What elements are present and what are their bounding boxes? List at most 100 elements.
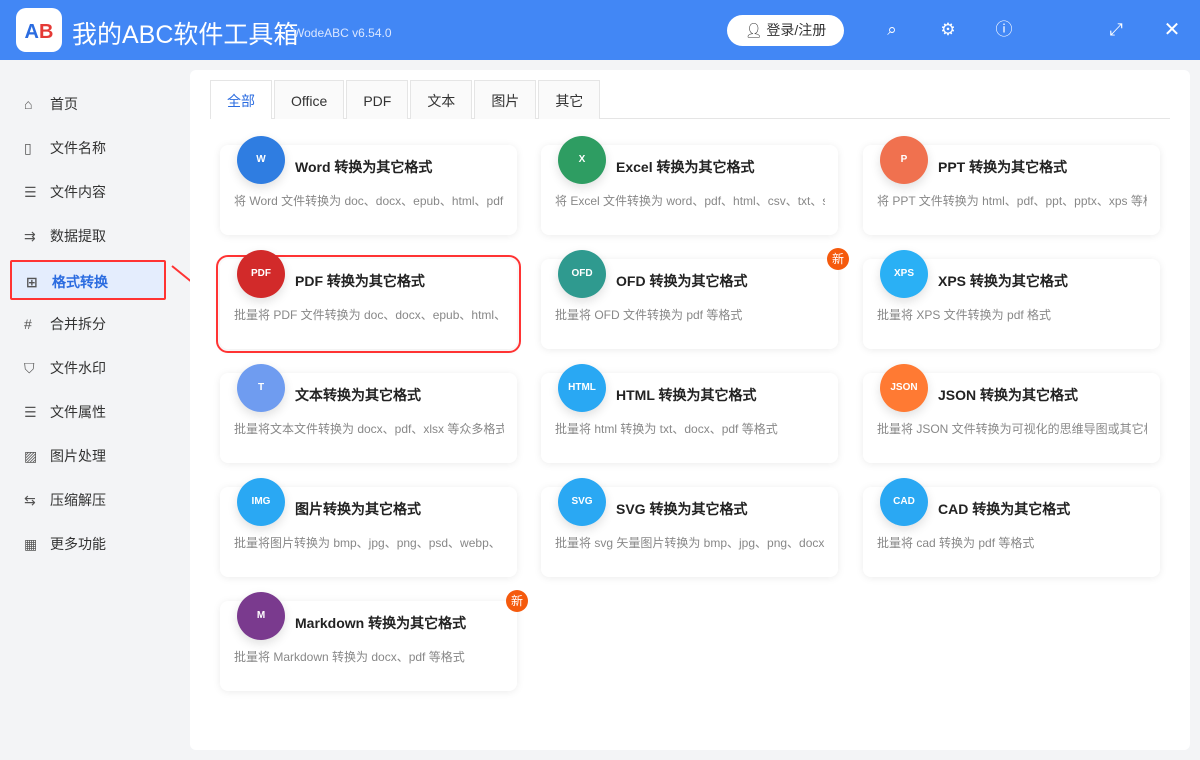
card-title: XPS 转换为其它格式 (938, 273, 1068, 289)
converter-card[interactable]: XPS XPS 转换为其它格式 批量将 XPS 文件转换为 pdf 格式 (863, 250, 1160, 349)
sidebar-icon: ⇆ (24, 492, 36, 508)
card-description: 批量将 XPS 文件转换为 pdf 格式 (877, 308, 1052, 322)
sidebar-item-label: 数据提取 (50, 228, 106, 244)
card-title: CAD 转换为其它格式 (938, 501, 1071, 517)
tab-4[interactable]: 图片 (474, 80, 537, 119)
login-button[interactable]: 👤︎ 登录/注册 (727, 15, 844, 46)
sidebar-item-label: 压缩解压 (50, 492, 106, 508)
sidebar-item-1[interactable]: ▯ 文件名称 (10, 128, 166, 168)
converter-card[interactable]: CAD CAD 转换为其它格式 批量将 cad 转换为 pdf 等格式 (863, 478, 1160, 577)
sidebar-icon: ⊞ (26, 274, 38, 290)
sidebar-item-6[interactable]: ⛉ 文件水印 (10, 348, 166, 388)
sidebar-item-label: 合并拆分 (50, 316, 106, 332)
sidebar-icon: ⛉ (24, 360, 35, 376)
file-type-icon: IMG (237, 478, 285, 526)
sidebar-item-7[interactable]: ☰ 文件属性 (10, 392, 166, 432)
converter-card[interactable]: M Markdown 转换为其它格式 批量将 Markdown 转换为 docx… (220, 590, 528, 691)
file-type-icon: W (237, 136, 285, 184)
search-icon[interactable]: ⌕ (880, 18, 904, 42)
tab-5[interactable]: 其它 (538, 80, 601, 119)
tab-2[interactable]: PDF (346, 80, 409, 119)
card-description: 将 Word 文件转换为 doc、docx、epub、html、pdf (234, 194, 504, 208)
card-title: OFD 转换为其它格式 (616, 273, 748, 289)
maximize-icon[interactable]: ⤢ (1104, 18, 1128, 42)
converter-card[interactable]: SVG SVG 转换为其它格式 批量将 svg 矢量图片转换为 bmp、jpg、… (541, 478, 838, 577)
file-type-icon: JSON (880, 364, 928, 412)
sidebar-item-label: 文件名称 (50, 140, 106, 156)
sidebar-icon: ⇉ (24, 228, 36, 244)
sidebar-item-4[interactable]: ⊞ 格式转换 (10, 260, 166, 300)
converter-card[interactable]: OFD OFD 转换为其它格式 批量将 OFD 文件转换为 pdf 等格式 新 (541, 248, 849, 349)
file-type-icon: CAD (880, 478, 928, 526)
new-badge: 新 (506, 590, 528, 612)
file-type-icon: HTML (558, 364, 606, 412)
sidebar-icon: # (24, 316, 32, 332)
file-type-icon: PDF (237, 250, 285, 298)
sidebar-item-label: 文件水印 (50, 360, 106, 376)
card-title: 文本转换为其它格式 (295, 387, 421, 403)
file-type-icon: XPS (880, 250, 928, 298)
sidebar-icon: ▨ (24, 448, 38, 464)
sidebar-item-9[interactable]: ⇆ 压缩解压 (10, 480, 166, 520)
card-title: Excel 转换为其它格式 (616, 159, 755, 175)
tab-0[interactable]: 全部 (210, 80, 272, 119)
card-title: 图片转换为其它格式 (295, 501, 421, 517)
card-description: 批量将图片转换为 bmp、jpg、png、psd、webp、 (234, 536, 501, 550)
app-logo: AB (16, 8, 62, 52)
close-icon[interactable]: ✕ (1160, 18, 1184, 42)
sidebar-item-3[interactable]: ⇉ 数据提取 (10, 216, 166, 256)
file-type-icon: P (880, 136, 928, 184)
sidebar-item-2[interactable]: ☰ 文件内容 (10, 172, 166, 212)
title-bar: AB 我的ABC软件工具箱 WodeABC v6.54.0 👤︎ 登录/注册 ⌕… (0, 0, 1200, 60)
card-description: 批量将 html 转换为 txt、docx、pdf 等格式 (555, 422, 778, 436)
tab-1[interactable]: Office (274, 80, 345, 119)
sidebar-icon: ▦ (24, 536, 38, 552)
file-type-icon: M (237, 592, 285, 640)
converter-card[interactable]: IMG 图片转换为其它格式 批量将图片转换为 bmp、jpg、png、psd、w… (220, 478, 517, 577)
converter-card[interactable]: X Excel 转换为其它格式 将 Excel 文件转换为 word、pdf、h… (541, 136, 838, 235)
card-title: Markdown 转换为其它格式 (295, 615, 467, 631)
sidebar: ⌂ 首页 ▯ 文件名称 ☰ 文件内容 ⇉ 数据提取 ⊞ 格式转换 # 合并拆分 ⛉ 文件水印 ☰ 文件属性 ▨ 图… (0, 60, 180, 760)
converter-card[interactable]: HTML HTML 转换为其它格式 批量将 html 转换为 txt、docx、… (541, 364, 838, 463)
card-description: 将 PPT 文件转换为 html、pdf、ppt、pptx、xps 等格式 (877, 194, 1147, 208)
gear-icon[interactable]: ⚙ (936, 18, 960, 42)
card-description: 批量将 Markdown 转换为 docx、pdf 等格式 (234, 650, 465, 664)
sidebar-item-8[interactable]: ▨ 图片处理 (10, 436, 166, 476)
sidebar-item-label: 文件内容 (50, 184, 106, 200)
sidebar-item-label: 首页 (50, 96, 78, 112)
card-title: PDF 转换为其它格式 (295, 273, 425, 289)
card-description: 批量将 svg 矢量图片转换为 bmp、jpg、png、docx (555, 536, 825, 550)
converter-card[interactable]: P PPT 转换为其它格式 将 PPT 文件转换为 html、pdf、ppt、p… (863, 136, 1160, 235)
new-badge: 新 (827, 248, 849, 270)
app-version: WodeABC v6.54.0 (293, 26, 392, 40)
card-description: 批量将 PDF 文件转换为 doc、docx、epub、html、 (234, 308, 504, 322)
app-title: 我的ABC软件工具箱 (72, 21, 299, 49)
sidebar-item-label: 文件属性 (50, 404, 106, 420)
card-description: 将 Excel 文件转换为 word、pdf、html、csv、txt、svg (555, 194, 825, 208)
converter-card[interactable]: W Word 转换为其它格式 将 Word 文件转换为 doc、docx、epu… (220, 136, 517, 235)
converter-card[interactable]: JSON JSON 转换为其它格式 批量将 JSON 文件转换为可视化的思维导图… (863, 364, 1160, 463)
card-description: 批量将 JSON 文件转换为可视化的思维导图或其它格式 (877, 422, 1147, 436)
sidebar-icon: ⌂ (24, 96, 33, 112)
tab-3[interactable]: 文本 (410, 80, 473, 119)
card-title: HTML 转换为其它格式 (616, 387, 757, 403)
sidebar-icon: ☰ (24, 404, 37, 420)
sidebar-item-label: 更多功能 (50, 536, 106, 552)
file-type-icon: OFD (558, 250, 606, 298)
file-type-icon: SVG (558, 478, 606, 526)
file-type-icon: X (558, 136, 606, 184)
sidebar-item-label: 格式转换 (52, 274, 108, 290)
card-title: SVG 转换为其它格式 (616, 501, 748, 517)
card-title: JSON 转换为其它格式 (938, 387, 1079, 403)
converter-card[interactable]: T 文本转换为其它格式 批量将文本文件转换为 docx、pdf、xlsx 等众多… (220, 364, 517, 463)
sidebar-item-0[interactable]: ⌂ 首页 (10, 84, 166, 124)
sidebar-item-10[interactable]: ▦ 更多功能 (10, 524, 166, 564)
card-description: 批量将文本文件转换为 docx、pdf、xlsx 等众多格式 (234, 422, 504, 436)
converter-card[interactable]: PDF PDF 转换为其它格式 批量将 PDF 文件转换为 doc、docx、e… (216, 250, 521, 353)
sidebar-item-5[interactable]: # 合并拆分 (10, 304, 166, 344)
help-icon[interactable]: ⓘ (992, 18, 1016, 42)
category-tabs: 全部 Office PDF 文本 图片 其它 (210, 80, 1170, 119)
card-title: Word 转换为其它格式 (295, 159, 433, 175)
user-icon: 👤︎ (744, 22, 767, 38)
card-title: PPT 转换为其它格式 (938, 159, 1068, 175)
